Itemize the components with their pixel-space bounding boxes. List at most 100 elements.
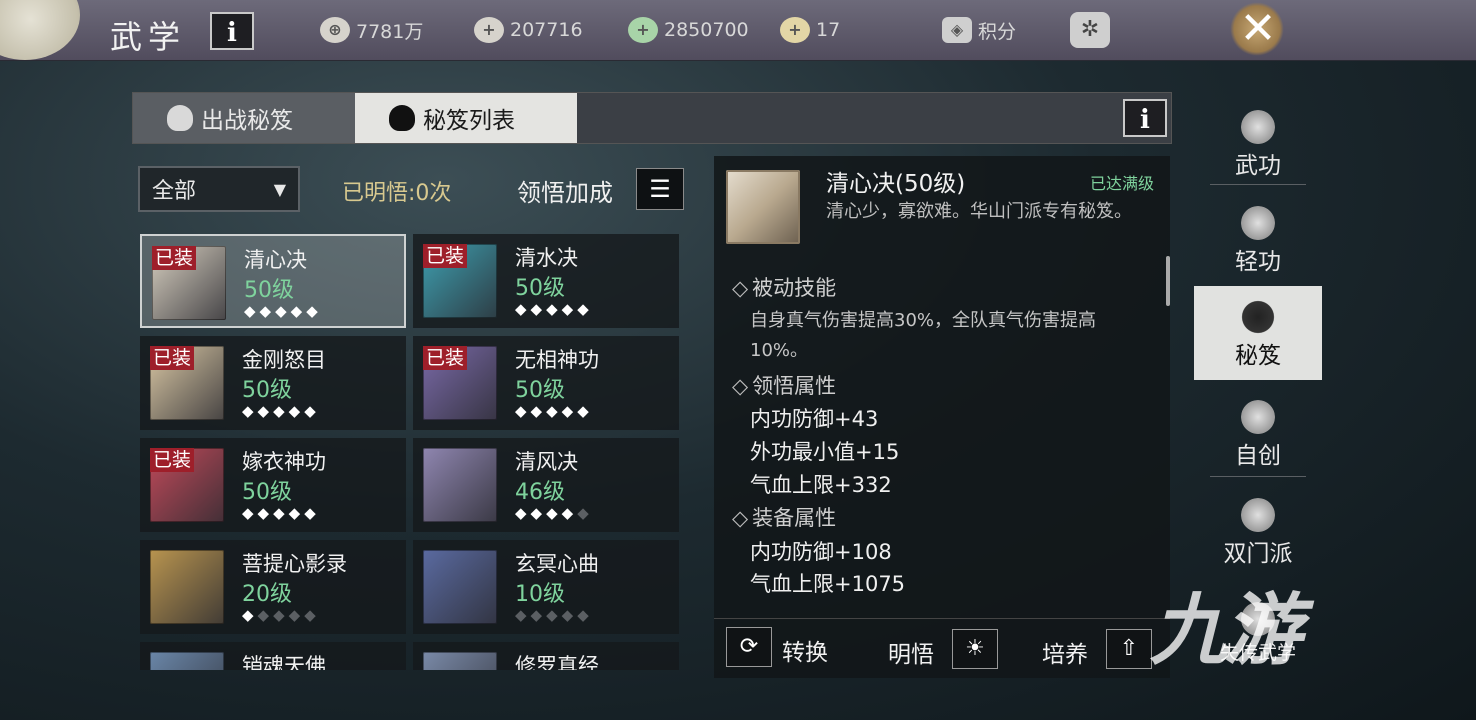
star-icon: ◆ bbox=[546, 606, 562, 624]
star-icon: ◆ bbox=[546, 300, 562, 318]
passive-section-title: 被动技能 bbox=[732, 272, 836, 302]
detail-description: 清心少，寡欲难。华山门派专有秘笈。 bbox=[826, 201, 1132, 222]
insight-section-title: 领悟属性 bbox=[732, 370, 836, 400]
equipped-badge: 已装 bbox=[150, 346, 195, 370]
star-icon: ◆ bbox=[304, 402, 320, 420]
manual-book-icon bbox=[423, 550, 497, 624]
sidebar-item-self-created[interactable]: 自创 bbox=[1194, 386, 1322, 480]
insight-attr: 气血上限+332 bbox=[750, 473, 892, 497]
sidebar-item-lightness[interactable]: 轻功 bbox=[1194, 192, 1322, 286]
shield-icon: ◈ bbox=[942, 17, 972, 43]
star-icon: ◆ bbox=[290, 302, 307, 320]
convert-icon[interactable]: ⟳ bbox=[726, 627, 772, 667]
silver-ingot-icon: + bbox=[474, 17, 504, 43]
star-icon: ◆ bbox=[273, 504, 289, 522]
sidebar-item-label: 双门派 bbox=[1223, 541, 1293, 567]
manual-card[interactable]: 已装 无相神功 50级 ◆◆◆◆◆ bbox=[413, 336, 679, 430]
star-icon: ◆ bbox=[561, 504, 578, 522]
manual-level: 20级 bbox=[242, 582, 292, 607]
gold-ingot-icon: + bbox=[780, 17, 810, 43]
manual-level: 50级 bbox=[242, 480, 292, 505]
star-icon: ◆ bbox=[242, 402, 258, 420]
star-icon: ◆ bbox=[577, 402, 593, 420]
resource-value: 2850700 bbox=[664, 19, 749, 41]
star-icon: ◆ bbox=[577, 606, 593, 624]
manual-level: 50级 bbox=[515, 378, 565, 403]
star-icon: ◆ bbox=[242, 504, 258, 522]
chevron-down-icon: ▼ bbox=[273, 179, 286, 199]
resource-value: 17 bbox=[816, 19, 841, 41]
detail-title: 清心决(50级) bbox=[826, 171, 966, 197]
star-rating: ◆◆◆◆◆ bbox=[242, 504, 320, 522]
dropdown-value: 全部 bbox=[152, 179, 197, 204]
insight-attr: 外功最小值+15 bbox=[750, 440, 900, 464]
sidebar-item-label: 秘笈 bbox=[1235, 343, 1281, 369]
manual-card[interactable]: 已装 嫁衣神功 50级 ◆◆◆◆◆ bbox=[140, 438, 406, 532]
star-rating: ◆◆◆◆◆ bbox=[515, 300, 593, 318]
train-label[interactable]: 培养 bbox=[1042, 635, 1088, 669]
star-icon: ◆ bbox=[288, 504, 305, 522]
manual-card[interactable]: 已装 清心决 50级 ◆◆◆◆◆ bbox=[140, 234, 406, 328]
dual-sect-icon bbox=[1241, 498, 1275, 532]
manual-card[interactable]: 清风决 46级 ◆◆◆◆◆ bbox=[413, 438, 679, 532]
star-icon: ◆ bbox=[561, 606, 578, 624]
star-icon: ◆ bbox=[273, 606, 289, 624]
points-label: 积分 bbox=[978, 20, 1017, 43]
enlighten-icon[interactable]: ☀ bbox=[952, 629, 998, 669]
manual-name: 金刚怒目 bbox=[242, 348, 326, 372]
equip-attr: 气血上限+1075 bbox=[750, 572, 906, 596]
tab-info-button[interactable]: i bbox=[1123, 99, 1167, 137]
star-rating: ◆◆◆◆◆ bbox=[242, 402, 320, 420]
sidebar-item-label: 自创 bbox=[1235, 443, 1281, 469]
star-icon: ◆ bbox=[577, 300, 593, 318]
convert-label[interactable]: 转换 bbox=[782, 633, 828, 667]
list-icon[interactable]: ☰ bbox=[636, 168, 684, 210]
star-icon: ◆ bbox=[515, 504, 531, 522]
star-icon: ◆ bbox=[257, 504, 274, 522]
manual-book-icon bbox=[150, 550, 224, 624]
manual-icon bbox=[389, 105, 415, 131]
lightness-skill-icon bbox=[1241, 206, 1275, 240]
sidebar-item-label: 轻功 bbox=[1235, 249, 1281, 275]
star-icon: ◆ bbox=[275, 302, 291, 320]
manual-card[interactable]: 修罗真经 bbox=[413, 642, 679, 670]
points-button[interactable]: ◈ 积分 bbox=[942, 14, 1016, 46]
star-icon: ◆ bbox=[530, 504, 547, 522]
star-icon: ◆ bbox=[242, 606, 258, 624]
meditation-icon bbox=[167, 105, 193, 131]
manual-card[interactable]: 已装 清水决 50级 ◆◆◆◆◆ bbox=[413, 234, 679, 328]
scrollbar[interactable] bbox=[1166, 256, 1170, 306]
upgrade-arrow-icon[interactable]: ⇧ bbox=[1106, 629, 1152, 669]
site-watermark: 九游 bbox=[1150, 586, 1302, 676]
resource-value: 207716 bbox=[510, 19, 583, 41]
tab-battle-manuals[interactable]: 出战秘笈 bbox=[133, 93, 355, 143]
category-dropdown[interactable]: 全部 ▼ bbox=[138, 166, 300, 212]
star-icon: ◆ bbox=[546, 504, 562, 522]
star-icon: ◆ bbox=[288, 402, 305, 420]
star-rating: ◆◆◆◆◆ bbox=[515, 402, 593, 420]
info-button[interactable]: i bbox=[210, 12, 254, 50]
manual-card[interactable]: 玄冥心曲 10级 ◆◆◆◆◆ bbox=[413, 540, 679, 634]
enlighten-label[interactable]: 明悟 bbox=[888, 635, 934, 669]
close-button[interactable]: ✕ bbox=[1226, 0, 1290, 58]
manual-name: 嫁衣神功 bbox=[242, 450, 326, 474]
sidebar-item-dual-sect[interactable]: 双门派 bbox=[1194, 484, 1322, 578]
equip-attr: 内功防御+108 bbox=[750, 540, 892, 564]
settings-gear-icon[interactable]: ✲ bbox=[1070, 12, 1110, 48]
manual-name: 销魂天佛 bbox=[242, 654, 326, 670]
manual-card[interactable]: 已装 金刚怒目 50级 ◆◆◆◆◆ bbox=[140, 336, 406, 430]
manual-level: 46级 bbox=[515, 480, 565, 505]
sidebar-item-manuals[interactable]: 秘笈 bbox=[1194, 286, 1322, 380]
sidebar-item-martial-arts[interactable]: 武功 bbox=[1194, 96, 1322, 190]
star-icon: ◆ bbox=[257, 606, 274, 624]
manual-card[interactable]: 菩提心影录 20级 ◆◆◆◆◆ bbox=[140, 540, 406, 634]
tab-bar: 出战秘笈 秘笈列表 i bbox=[132, 92, 1172, 144]
equip-section-title: 装备属性 bbox=[732, 502, 836, 532]
manual-book-icon bbox=[423, 448, 497, 522]
equipped-badge: 已装 bbox=[423, 346, 468, 370]
detail-panel: 清心决(50级) 已达满级 清心少，寡欲难。华山门派专有秘笈。 被动技能 自身真… bbox=[714, 156, 1170, 678]
star-icon: ◆ bbox=[288, 606, 305, 624]
resource-silver: + 207716 bbox=[474, 14, 583, 46]
manual-card[interactable]: 销魂天佛 bbox=[140, 642, 406, 670]
tab-manual-list[interactable]: 秘笈列表 bbox=[355, 93, 577, 143]
